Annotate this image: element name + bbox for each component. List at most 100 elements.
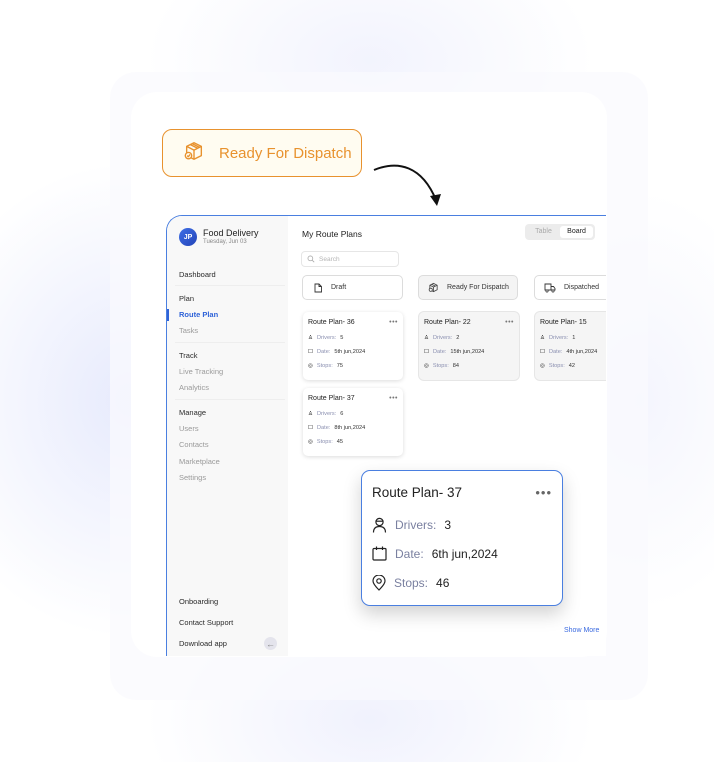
more-options-icon[interactable]: ••• [505, 319, 514, 326]
collapse-sidebar-button[interactable]: ← [264, 637, 277, 650]
calendar-icon: ☐ [308, 425, 314, 431]
drivers-value: 5 [340, 335, 344, 341]
date-value: 5th jun,2024 [334, 349, 366, 355]
brand-name: Food Delivery [203, 228, 259, 238]
date-label: Date: [395, 546, 424, 561]
stops-label: Stops: [548, 363, 565, 369]
sidebar-item-onboarding[interactable]: Onboarding [179, 597, 218, 606]
arrow-left-icon: ← [266, 638, 275, 649]
stops-value: 42 [568, 363, 575, 369]
date-value: 6th jun,2024 [431, 546, 498, 561]
stops-value: 45 [336, 439, 343, 445]
calendar-icon [372, 546, 387, 561]
stops-value: 84 [452, 363, 459, 369]
column-draft[interactable]: Draft [302, 275, 403, 300]
brand[interactable]: JP Food Delivery Tuesday, Jun 03 [179, 228, 259, 246]
location-pin-icon: ◎ [308, 363, 313, 369]
stops-value: 75 [336, 363, 343, 369]
more-options-icon[interactable]: ••• [535, 485, 552, 500]
date-label: Date: [433, 349, 447, 355]
column-label: Ready For Dispatch [447, 284, 509, 291]
dragged-route-card[interactable]: Route Plan- 37 ••• Drivers: 3 Date: 6th j… [361, 470, 563, 606]
more-options-icon[interactable]: ••• [389, 319, 398, 326]
search-icon [307, 255, 315, 263]
sidebar-item-users[interactable]: Users [179, 424, 199, 433]
divider [175, 285, 285, 286]
package-check-icon [183, 140, 205, 167]
date-value: 8th jun,2024 [334, 425, 366, 431]
curved-arrow-icon [373, 164, 441, 206]
sidebar-item-analytics[interactable]: Analytics [179, 383, 209, 392]
sidebar-heading-manage: Manage [179, 408, 207, 417]
date-value: 15th jun,2024 [450, 349, 485, 355]
route-card[interactable]: Route Plan- 15 ♙ Drivers: 1 ☐ Date: 4th jun,… [535, 312, 606, 380]
column-label: Draft [331, 284, 347, 291]
document-icon [314, 283, 322, 292]
calendar-icon: ☐ [424, 349, 430, 355]
column-dispatched[interactable]: Dispatched [534, 275, 606, 300]
view-toggle: Table Board [525, 224, 595, 240]
more-options-icon[interactable]: ••• [389, 395, 398, 402]
sidebar-item-contact-support[interactable]: Contact Support [179, 618, 233, 627]
drivers-value: 6 [340, 411, 344, 417]
avatar: JP [179, 228, 197, 246]
drivers-value: 2 [456, 335, 460, 341]
card-title: Route Plan- 22 [424, 319, 471, 326]
calendar-icon: ☐ [308, 349, 314, 355]
show-more-link[interactable]: Show More [564, 627, 599, 634]
sidebar-item-contacts[interactable]: Contacts [179, 440, 209, 449]
card-title: Route Plan- 37 [372, 485, 463, 500]
column-ready-for-dispatch[interactable]: Ready For Dispatch [418, 275, 518, 300]
route-card[interactable]: Route Plan- 37 ••• ♙ Drivers: 6 ☐ Date: 8th j… [303, 388, 403, 456]
driver-icon: ♙ [308, 335, 314, 341]
ready-for-dispatch-badge: Ready For Dispatch [162, 129, 362, 177]
search-input[interactable]: Search [301, 251, 399, 267]
date-value: 4th jun,2024 [566, 349, 598, 355]
location-pin-icon: ◎ [540, 363, 545, 369]
package-check-icon [428, 282, 438, 293]
tab-table[interactable]: Table [527, 226, 560, 238]
date-label: Date: [549, 349, 563, 355]
stops-label: Stops: [316, 439, 333, 445]
sidebar-item-route-plan[interactable]: Route Plan [179, 310, 218, 319]
sidebar-item-marketplace[interactable]: Marketplace [179, 457, 220, 466]
date-label: Date: [317, 425, 331, 431]
divider [175, 342, 285, 343]
search-placeholder: Search [319, 255, 340, 263]
tab-board[interactable]: Board [560, 226, 593, 238]
location-pin-icon: ◎ [424, 363, 429, 369]
sidebar-item-live-tracking[interactable]: Live Tracking [179, 367, 223, 376]
stops-value: 46 [436, 575, 450, 590]
sidebar-item-tasks[interactable]: Tasks [179, 326, 198, 335]
drivers-label: Drivers: [549, 335, 569, 341]
drivers-label: Drivers: [395, 517, 437, 532]
sidebar: JP Food Delivery Tuesday, Jun 03 Dashboa… [167, 216, 288, 656]
stops-label: Stops: [316, 363, 333, 369]
sidebar-heading-track: Track [179, 351, 198, 360]
brand-date: Tuesday, Jun 03 [203, 239, 247, 245]
date-label: Date: [317, 349, 331, 355]
column-label: Dispatched [564, 284, 600, 291]
driver-icon [372, 517, 387, 533]
divider [175, 399, 285, 400]
drivers-value: 1 [572, 335, 576, 341]
drivers-label: Drivers: [317, 335, 337, 341]
truck-icon [544, 283, 556, 293]
driver-icon: ♙ [540, 335, 546, 341]
sidebar-heading-plan: Plan [179, 294, 195, 303]
drivers-label: Drivers: [433, 335, 453, 341]
stops-label: Stops: [394, 575, 429, 590]
active-indicator [167, 309, 169, 321]
sidebar-item-settings[interactable]: Settings [179, 473, 206, 482]
route-card[interactable]: Route Plan- 36 ••• ♙ Drivers: 5 ☐ Date: 5th j… [303, 312, 403, 380]
sidebar-item-dashboard[interactable]: Dashboard [179, 270, 216, 279]
route-card[interactable]: Route Plan- 22 ••• ♙ Drivers: 2 ☐ Date: 15th … [419, 312, 519, 380]
badge-label: Ready For Dispatch [219, 144, 352, 162]
card-title: Route Plan- 36 [308, 319, 355, 326]
driver-icon: ♙ [308, 411, 314, 417]
driver-icon: ♙ [424, 335, 430, 341]
calendar-icon: ☐ [540, 349, 546, 355]
sidebar-item-download-app[interactable]: Download app [179, 639, 227, 648]
drivers-value: 3 [444, 517, 452, 532]
card-title: Route Plan- 37 [308, 395, 355, 402]
